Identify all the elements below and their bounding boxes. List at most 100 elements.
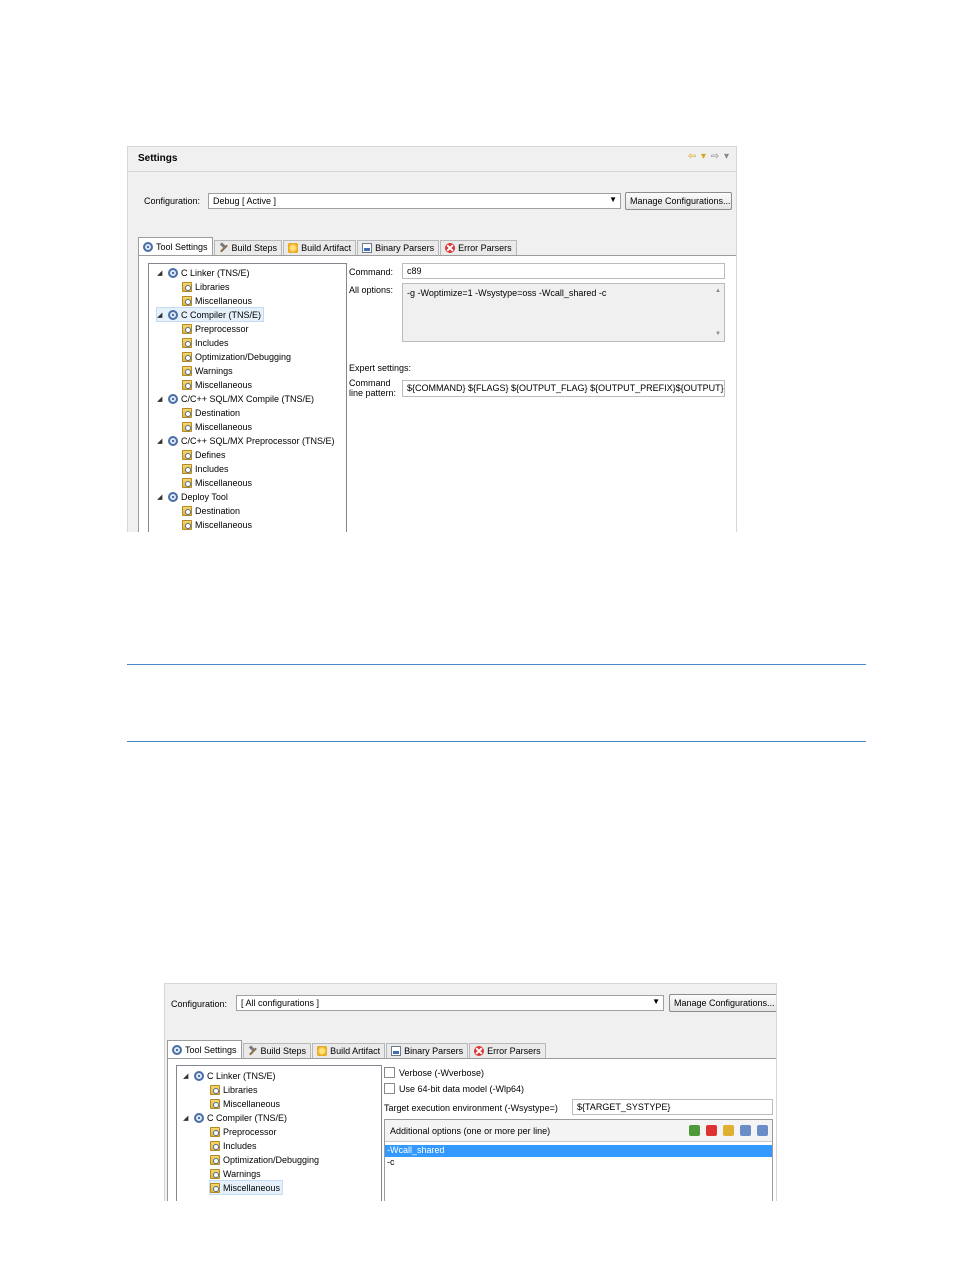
all-options-textarea[interactable]: -g -Woptimize=1 -Wsystype=oss -Wcall_sha… <box>402 283 725 342</box>
tree-node[interactable]: Libraries <box>182 280 230 293</box>
page-title: Settings <box>138 153 178 164</box>
tree-node[interactable]: Warnings <box>182 364 233 377</box>
manage-configurations-button[interactable]: Manage Configurations... <box>669 994 776 1012</box>
folder-icon <box>182 505 192 516</box>
verbose-checkbox[interactable]: Verbose (-Wverbose) <box>384 1067 484 1078</box>
error-icon <box>445 243 456 253</box>
target-env-label: Target execution environment (-Wsystype=… <box>384 1103 558 1113</box>
back-arrow-icon[interactable]: ⇦ ▾ <box>688 151 707 162</box>
configuration-value: Debug [ Active ] <box>213 196 277 206</box>
binary-icon <box>391 1046 402 1056</box>
additional-options-panel: Additional options (one or more per line… <box>384 1119 773 1201</box>
tree-node[interactable]: Preprocessor <box>182 322 249 335</box>
tree-node[interactable]: Includes <box>182 462 229 475</box>
add-icon[interactable] <box>689 1125 700 1136</box>
tree-node[interactable]: Miscellaneous <box>182 294 252 307</box>
gear-icon <box>143 241 153 252</box>
tree-node[interactable]: Preprocessor <box>210 1125 277 1138</box>
edit-icon[interactable] <box>723 1125 734 1136</box>
folder-icon <box>182 407 192 418</box>
configuration-select[interactable]: Debug [ Active ] ▼ <box>208 193 621 209</box>
tab-build-artifact[interactable]: Build Artifact <box>283 240 357 255</box>
tab-binary-parsers[interactable]: Binary Parsers <box>386 1043 469 1058</box>
folder-icon <box>182 421 192 432</box>
tree-node[interactable]: Miscellaneous <box>210 1097 280 1110</box>
tree-node[interactable]: ◢ C Compiler (TNS/E) <box>183 1111 287 1124</box>
folder-icon <box>182 449 192 460</box>
list-item[interactable]: -c <box>385 1157 772 1169</box>
scroll-down-icon[interactable]: ▼ <box>715 331 721 337</box>
tree-node[interactable]: Miscellaneous <box>182 420 252 433</box>
divider <box>128 171 736 172</box>
move-down-icon[interactable] <box>740 1125 751 1136</box>
configuration-select[interactable]: [ All configurations ] ▼ <box>236 995 664 1011</box>
tab-build-steps[interactable]: Build Steps <box>213 240 283 255</box>
gear-icon <box>168 309 178 320</box>
target-env-input[interactable]: ${TARGET_SYSTYPE} <box>572 1099 773 1115</box>
tree-node[interactable]: ◢ C Linker (TNS/E) <box>157 266 250 279</box>
artifact-icon <box>288 243 299 253</box>
configuration-label: Configuration: <box>171 999 228 1009</box>
collapse-arrow-icon[interactable]: ◢ <box>157 395 165 403</box>
wlp64-checkbox[interactable]: Use 64-bit data model (-Wlp64) <box>384 1083 524 1094</box>
collapse-arrow-icon[interactable]: ◢ <box>157 437 165 445</box>
checkbox-box[interactable] <box>384 1083 395 1094</box>
tree-node[interactable]: Miscellaneous <box>182 476 252 489</box>
manage-configurations-button[interactable]: Manage Configurations... <box>625 192 732 210</box>
tree-node[interactable]: Warnings <box>210 1167 261 1180</box>
folder-icon <box>210 1140 220 1151</box>
tool-tree[interactable]: ◢ C Linker (TNS/E) Libraries Miscellaneou… <box>176 1065 382 1201</box>
tree-node[interactable]: Miscellaneous <box>182 378 252 391</box>
checkbox-box[interactable] <box>384 1067 395 1078</box>
tree-node[interactable]: ◢ C Linker (TNS/E) <box>183 1069 276 1082</box>
tab-tool-settings[interactable]: Tool Settings <box>138 237 213 255</box>
tab-build-artifact[interactable]: Build Artifact <box>312 1043 386 1058</box>
tree-node[interactable]: Miscellaneous <box>182 518 252 531</box>
folder-icon <box>182 463 192 474</box>
list-item[interactable]: -Wcall_shared <box>385 1145 772 1157</box>
additional-options-list[interactable]: -Wcall_shared -c <box>385 1142 772 1169</box>
command-pattern-label: Command line pattern: <box>349 378 397 398</box>
tree-node[interactable]: Destination <box>182 504 240 517</box>
collapse-arrow-icon[interactable]: ◢ <box>157 269 165 277</box>
tree-node[interactable]: Includes <box>182 336 229 349</box>
folder-icon <box>182 365 192 376</box>
gear-icon <box>168 267 178 278</box>
collapse-arrow-icon[interactable]: ◢ <box>157 311 165 319</box>
divider <box>127 741 866 742</box>
scroll-up-icon[interactable]: ▲ <box>715 288 721 294</box>
tree-node[interactable]: Destination <box>182 406 240 419</box>
tree-node[interactable]: ◢ Deploy Tool <box>157 490 228 503</box>
tab-tool-settings[interactable]: Tool Settings <box>167 1040 242 1058</box>
tree-node[interactable]: Includes <box>210 1139 257 1152</box>
tool-tree[interactable]: ◢ C Linker (TNS/E) Libraries Miscellaneou… <box>148 263 347 532</box>
all-options-value: -g -Woptimize=1 -Wsystype=oss -Wcall_sha… <box>407 288 607 298</box>
command-pattern-input[interactable]: ${COMMAND} ${FLAGS} ${OUTPUT_FLAG} ${OUT… <box>402 380 725 397</box>
tree-node-selected[interactable]: Miscellaneous <box>208 1180 284 1195</box>
tree-node[interactable]: Defines <box>182 448 226 461</box>
tree-node[interactable]: ◢ C/C++ SQL/MX Compile (TNS/E) <box>157 392 314 405</box>
divider <box>127 664 866 665</box>
collapse-arrow-icon[interactable]: ◢ <box>183 1072 191 1080</box>
tab-build-steps[interactable]: Build Steps <box>242 1043 312 1058</box>
tab-error-parsers[interactable]: Error Parsers <box>469 1043 546 1058</box>
collapse-arrow-icon[interactable]: ◢ <box>183 1114 191 1122</box>
folder-icon <box>210 1182 220 1193</box>
move-up-icon[interactable] <box>757 1125 768 1136</box>
folder-icon <box>182 323 192 334</box>
tab-binary-parsers[interactable]: Binary Parsers <box>357 240 440 255</box>
additional-options-header: Additional options (one or more per line… <box>385 1120 772 1142</box>
collapse-arrow-icon[interactable]: ◢ <box>157 493 165 501</box>
folder-icon <box>210 1084 220 1095</box>
delete-icon[interactable] <box>706 1125 717 1136</box>
tree-node[interactable]: Libraries <box>210 1083 258 1096</box>
command-input[interactable]: c89 <box>402 263 725 279</box>
tree-node-selected[interactable]: ◢ C Compiler (TNS/E) <box>155 307 265 322</box>
tree-node[interactable]: Optimization/Debugging <box>182 350 291 363</box>
tree-node[interactable]: Optimization/Debugging <box>210 1153 319 1166</box>
forward-arrow-icon[interactable]: ⇨ ▾ <box>711 151 730 162</box>
gear-icon <box>168 435 178 446</box>
tab-error-parsers[interactable]: Error Parsers <box>440 240 517 255</box>
tree-node[interactable]: ◢ C/C++ SQL/MX Preprocessor (TNS/E) <box>157 434 335 447</box>
gear-icon <box>172 1044 182 1055</box>
